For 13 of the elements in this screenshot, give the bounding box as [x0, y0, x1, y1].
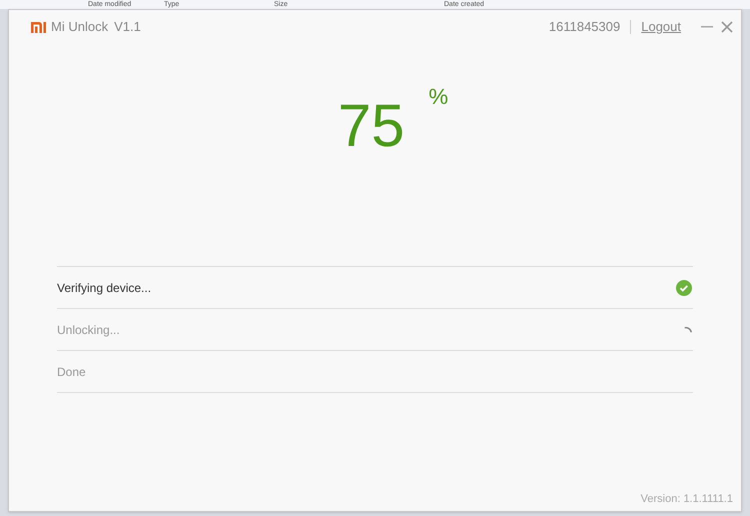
app-version: V1.1 — [114, 18, 141, 36]
version-label: Version: 1.1.1111.1 — [640, 492, 733, 506]
logout-link[interactable]: Logout — [641, 17, 681, 37]
step-label: Unlocking... — [57, 322, 120, 338]
close-button[interactable] — [721, 21, 733, 33]
app-title: Mi Unlock — [51, 18, 108, 36]
percent-sign: % — [428, 86, 448, 111]
step-label: Done — [57, 364, 86, 380]
progress-percentage: 75 — [338, 96, 405, 161]
account-id: 1611845309 — [548, 18, 620, 36]
minimize-icon — [701, 26, 713, 28]
logo-icon — [31, 22, 47, 32]
step-label: Verifying device... — [57, 280, 152, 296]
